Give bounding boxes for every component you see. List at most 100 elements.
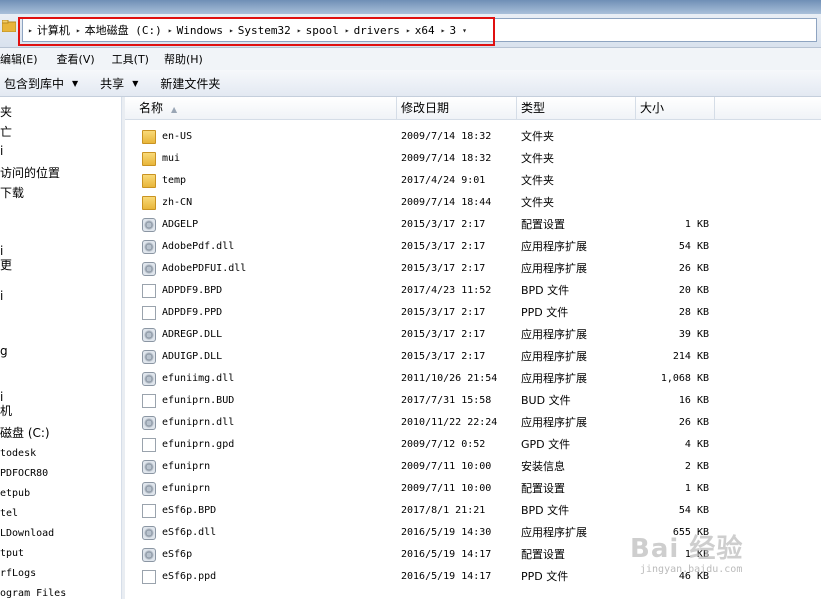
nav-item[interactable]: 更	[0, 256, 12, 273]
file-date: 2009/7/14 18:32	[401, 131, 492, 142]
file-row[interactable]: temp 2017/4/24 9:01 文件夹	[125, 170, 821, 192]
file-name: efuniprn.dll	[162, 417, 235, 428]
file-date: 2017/4/24 9:01	[401, 175, 486, 186]
file-row[interactable]: AdobePDFUI.dll 2015/3/17 2:17 应用程序扩展 26 KB	[125, 258, 821, 280]
file-row[interactable]: en-US 2009/7/14 18:32 文件夹	[125, 126, 821, 148]
nav-item[interactable]: ogram Files	[0, 588, 66, 599]
file-row[interactable]: ADUIGP.DLL 2015/3/17 2:17 应用程序扩展 214 KB	[125, 346, 821, 368]
new-folder-label: 新建文件夹	[160, 76, 221, 91]
nav-item[interactable]: rfLogs	[0, 568, 36, 579]
file-date: 2017/4/23 11:52	[401, 285, 492, 296]
nav-item[interactable]: PDFOCR80	[0, 468, 48, 479]
file-name: efuniprn.gpd	[162, 439, 235, 450]
nav-item[interactable]: tel	[0, 508, 18, 519]
file-icon	[142, 438, 156, 452]
file-date: 2015/3/17 2:17	[401, 307, 486, 318]
file-row[interactable]: efuniprn 2009/7/11 10:00 安装信息 2 KB	[125, 456, 821, 478]
file-size	[635, 126, 709, 148]
window-title-strip	[0, 0, 821, 14]
file-row[interactable]: efuniprn.BUD 2017/7/31 15:58 BUD 文件 16 KB	[125, 390, 821, 412]
file-icon	[142, 306, 156, 320]
file-date: 2017/8/1 21:21	[401, 505, 486, 516]
command-toolbar: 包含到库中 ▼ 共享 ▼ 新建文件夹	[0, 70, 821, 97]
file-name: temp	[162, 175, 187, 186]
file-size: 1,068 KB	[660, 373, 709, 384]
file-type: 文件夹	[521, 152, 554, 165]
file-row[interactable]: mui 2009/7/14 18:32 文件夹	[125, 148, 821, 170]
file-icon	[142, 284, 156, 298]
nav-item[interactable]: i	[0, 289, 3, 303]
nav-item[interactable]: 机	[0, 402, 12, 419]
menu-tools[interactable]: 工具(T)	[112, 51, 158, 67]
file-date: 2015/3/17 2:17	[401, 351, 486, 362]
nav-item[interactable]: etpub	[0, 488, 30, 499]
nav-item[interactable]: 夹	[0, 103, 12, 120]
file-row[interactable]: eSf6p.BPD 2017/8/1 21:21 BPD 文件 54 KB	[125, 500, 821, 522]
file-date: 2009/7/14 18:44	[401, 197, 492, 208]
nav-item[interactable]: 磁盘 (C:)	[0, 424, 50, 441]
file-type: 配置设置	[521, 548, 565, 561]
settings-file-icon	[142, 482, 156, 496]
file-row[interactable]: efuniprn 2009/7/11 10:00 配置设置 1 KB	[125, 478, 821, 500]
file-date: 2015/3/17 2:17	[401, 263, 486, 274]
file-row[interactable]: ADPDF9.BPD 2017/4/23 11:52 BPD 文件 20 KB	[125, 280, 821, 302]
file-row[interactable]: ADGELP 2015/3/17 2:17 配置设置 1 KB	[125, 214, 821, 236]
file-row[interactable]: efuniimg.dll 2011/10/26 21:54 应用程序扩展 1,068 …	[125, 368, 821, 390]
nav-item[interactable]: tput	[0, 548, 24, 559]
file-size: 39 KB	[678, 329, 709, 340]
file-type: 应用程序扩展	[521, 526, 587, 539]
file-date: 2015/3/17 2:17	[401, 219, 486, 230]
nav-item[interactable]: LDownload	[0, 528, 54, 539]
menu-help[interactable]: 帮助(H)	[164, 51, 212, 67]
chevron-down-icon: ▼	[132, 78, 139, 88]
file-size	[635, 170, 709, 192]
file-size: 2 KB	[684, 461, 709, 472]
file-date: 2009/7/11 10:00	[401, 483, 492, 494]
dll-file-icon	[142, 240, 156, 254]
nav-item[interactable]: todesk	[0, 448, 36, 459]
file-size: 16 KB	[678, 395, 709, 406]
file-row[interactable]: AdobePdf.dll 2015/3/17 2:17 应用程序扩展 54 KB	[125, 236, 821, 258]
sort-ascending-icon: ▲	[171, 105, 178, 114]
folder-icon	[142, 130, 156, 144]
nav-item[interactable]: 下载	[0, 184, 24, 201]
file-size: 214 KB	[672, 351, 709, 362]
menu-edit[interactable]: 编辑(E)	[0, 51, 47, 67]
file-date: 2016/5/19 14:17	[401, 571, 492, 582]
file-row[interactable]: ADREGP.DLL 2015/3/17 2:17 应用程序扩展 39 KB	[125, 324, 821, 346]
include-in-library-button[interactable]: 包含到库中 ▼	[4, 75, 78, 92]
nav-item[interactable]: 访问的位置	[0, 164, 60, 181]
file-size: 26 KB	[678, 263, 709, 274]
nav-item[interactable]: 亡	[0, 123, 12, 140]
file-date: 2016/5/19 14:30	[401, 527, 492, 538]
settings-file-icon	[142, 218, 156, 232]
file-type: BPD 文件	[521, 284, 570, 297]
column-header-name-label: 名称	[139, 101, 164, 115]
column-header-type[interactable]: 类型	[517, 97, 636, 119]
file-name: eSf6p.ppd	[162, 571, 217, 582]
file-row[interactable]: efuniprn.gpd 2009/7/12 0:52 GPD 文件 4 KB	[125, 434, 821, 456]
file-name: ADPDF9.PPD	[162, 307, 223, 318]
menu-view[interactable]: 查看(V)	[57, 51, 104, 67]
navigation-pane[interactable]: 夹亡 i 访问的位置 下载 i 更 i g i 机磁盘 (C:) todesk PDFOCR80 etp…	[0, 97, 122, 599]
nav-item[interactable]: g	[0, 344, 8, 358]
file-row[interactable]: ADPDF9.PPD 2015/3/17 2:17 PPD 文件 28 KB	[125, 302, 821, 324]
column-header-name[interactable]: 名称 ▲	[135, 97, 397, 119]
file-name: eSf6p	[162, 549, 193, 560]
new-folder-button[interactable]: 新建文件夹	[160, 75, 220, 92]
file-name: efuniprn	[162, 461, 211, 472]
file-name: zh-CN	[162, 197, 193, 208]
folder-icon	[142, 152, 156, 166]
dll-file-icon	[142, 262, 156, 276]
share-button[interactable]: 共享 ▼	[100, 75, 138, 92]
column-header-date[interactable]: 修改日期	[397, 97, 517, 119]
file-row[interactable]: efuniprn.dll 2010/11/22 22:24 应用程序扩展 26 KB	[125, 412, 821, 434]
file-size: 54 KB	[678, 505, 709, 516]
nav-item[interactable]: i	[0, 144, 3, 158]
file-date: 2016/5/19 14:17	[401, 549, 492, 560]
file-size: 1 KB	[684, 483, 709, 494]
file-row[interactable]: zh-CN 2009/7/14 18:44 文件夹	[125, 192, 821, 214]
file-name: ADREGP.DLL	[162, 329, 223, 340]
column-header-size-label: 大小	[640, 101, 665, 115]
column-header-size[interactable]: 大小	[636, 97, 715, 119]
